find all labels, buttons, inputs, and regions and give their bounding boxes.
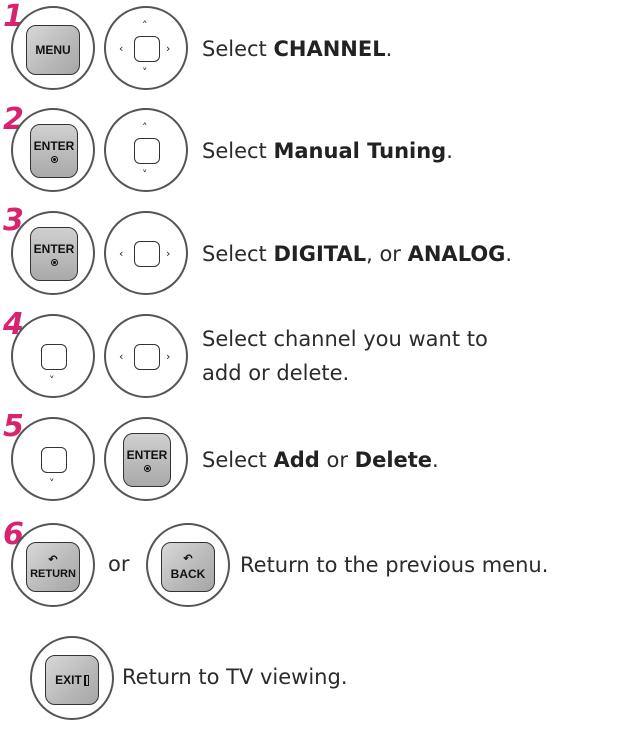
menu-key-label: MENU	[35, 43, 71, 57]
arrow-left-icon: ‹	[119, 350, 124, 363]
step-instruction: Return to the previous menu.	[240, 553, 549, 577]
arrow-down-icon: ˅	[142, 168, 148, 181]
navigation-pad[interactable]: ˄ ˅	[104, 108, 188, 192]
step-instruction: Select DIGITAL, or ANALOG.	[202, 242, 513, 266]
option-digital: DIGITAL	[273, 242, 367, 266]
ok-square-icon	[41, 447, 67, 473]
step-2: 2 ENTER ˄ ˅ Select Manual Tuning.	[0, 103, 618, 201]
exit-door-icon	[83, 674, 89, 686]
step-instruction: Return to TV viewing.	[122, 665, 348, 689]
step-5: 5 ˅ ENTER Select Add or Delete.	[0, 410, 618, 508]
enter-button[interactable]: ENTER	[11, 108, 95, 192]
step-6: 6 ↶ RETURN or ↶ BACK Return to the previ…	[0, 518, 618, 616]
navigation-pad[interactable]: ‹ ›	[104, 314, 188, 398]
step-instruction-line-2: add or delete.	[202, 361, 350, 385]
ok-square-icon	[134, 138, 160, 164]
back-key-label: BACK	[170, 566, 206, 581]
menu-item-name: Manual Tuning	[273, 139, 447, 163]
exit-key-label: EXIT	[55, 673, 82, 687]
menu-item-name: CHANNEL	[273, 37, 386, 61]
enter-button[interactable]: ENTER	[104, 417, 188, 501]
arrow-right-icon: ›	[166, 42, 171, 55]
enter-dot-icon	[50, 259, 58, 266]
arrow-left-icon: ‹	[119, 42, 124, 55]
arrow-left-icon: ‹	[119, 247, 124, 260]
arrow-right-icon: ›	[166, 350, 171, 363]
menu-button[interactable]: MENU	[11, 6, 95, 90]
return-key-label: RETURN	[30, 567, 76, 580]
ok-square-icon	[134, 344, 160, 370]
option-delete: Delete	[354, 448, 433, 472]
return-button[interactable]: ↶ RETURN	[11, 523, 95, 607]
enter-dot-icon	[50, 156, 58, 163]
back-key: ↶ BACK	[161, 542, 215, 592]
enter-dot-icon	[143, 465, 151, 472]
return-key: ↶ RETURN	[26, 542, 80, 592]
enter-key: ENTER	[30, 124, 78, 178]
arrow-down-icon: ˅	[142, 66, 148, 79]
exit-button[interactable]: EXIT	[30, 636, 114, 720]
number-pad-button[interactable]: ˅	[11, 314, 95, 398]
step-instruction: Select CHANNEL.	[202, 37, 393, 61]
step-1: 1 MENU ˄ ˅ ‹ › Select CHANNEL.	[0, 0, 618, 98]
number-pad-button[interactable]: ˅	[11, 417, 95, 501]
exit-key: EXIT	[45, 655, 99, 705]
enter-key: ENTER	[123, 433, 171, 487]
enter-key-label: ENTER	[33, 139, 75, 153]
enter-key: ENTER	[30, 227, 78, 281]
navigation-pad[interactable]: ˄ ˅ ‹ ›	[104, 6, 188, 90]
arrow-up-icon: ˄	[142, 19, 148, 32]
ok-square-icon	[41, 344, 67, 370]
navigation-pad[interactable]: ‹ ›	[104, 211, 188, 295]
option-analog: ANALOG	[407, 242, 506, 266]
step-exit: EXIT Return to TV viewing.	[0, 620, 618, 720]
return-arrow-icon: ↶	[48, 553, 58, 566]
arrow-up-icon: ˄	[142, 121, 148, 134]
menu-key: MENU	[26, 25, 80, 75]
enter-key-label: ENTER	[126, 448, 168, 462]
option-add: Add	[273, 448, 320, 472]
arrow-down-icon: ˅	[49, 477, 55, 490]
step-instruction-line-1: Select channel you want to	[202, 327, 488, 351]
ok-square-icon	[134, 36, 160, 62]
or-separator: or	[108, 552, 130, 576]
step-instruction: Select Manual Tuning.	[202, 139, 453, 163]
step-4: 4 ˅ ‹ › Select channel you want to add o…	[0, 308, 618, 406]
ok-square-icon	[134, 241, 160, 267]
arrow-right-icon: ›	[166, 247, 171, 260]
back-arrow-icon: ↶	[183, 552, 193, 565]
arrow-down-icon: ˅	[49, 374, 55, 387]
enter-key-label: ENTER	[33, 242, 75, 256]
step-3: 3 ENTER ‹ › Select DIGITAL, or ANALOG.	[0, 204, 618, 302]
back-button[interactable]: ↶ BACK	[146, 523, 230, 607]
enter-button[interactable]: ENTER	[11, 211, 95, 295]
step-instruction: Select Add or Delete.	[202, 448, 439, 472]
